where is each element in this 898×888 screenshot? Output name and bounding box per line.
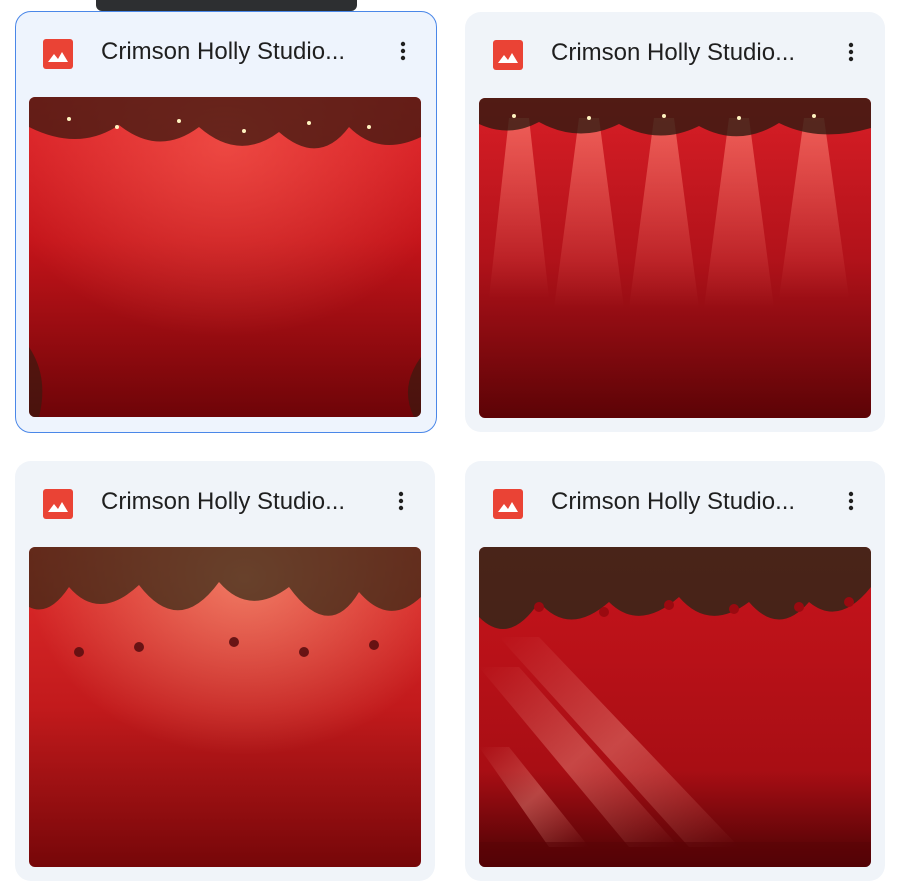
more-vert-icon (398, 491, 404, 511)
image-thumbnail[interactable] (479, 547, 871, 867)
image-file-icon (493, 40, 523, 70)
file-title: Crimson Holly Studio... (101, 38, 346, 65)
file-title: Crimson Holly Studio... (551, 39, 796, 66)
file-card-header[interactable]: Crimson Holly Studio... (465, 461, 885, 545)
more-options-button[interactable] (831, 481, 871, 521)
more-vert-icon (400, 41, 406, 61)
more-vert-icon (848, 42, 854, 62)
file-title: Crimson Holly Studio... (551, 488, 796, 515)
image-file-icon (43, 489, 73, 519)
more-options-button[interactable] (383, 31, 423, 71)
more-options-button[interactable] (381, 481, 421, 521)
image-thumbnail[interactable] (479, 98, 871, 418)
file-card-header[interactable]: Crimson Holly Studio... (15, 461, 435, 545)
tooltip (96, 0, 357, 11)
more-options-button[interactable] (831, 32, 871, 72)
file-card[interactable]: Crimson Holly Studio... (465, 12, 885, 432)
image-thumbnail[interactable] (29, 547, 421, 867)
image-file-icon (43, 39, 73, 69)
more-vert-icon (848, 491, 854, 511)
image-file-icon (493, 489, 523, 519)
file-card[interactable]: Crimson Holly Studio... (15, 11, 437, 433)
image-thumbnail[interactable] (29, 97, 421, 417)
file-card-header[interactable]: Crimson Holly Studio... (465, 12, 885, 96)
file-card[interactable]: Crimson Holly Studio... (465, 461, 885, 881)
file-card-header[interactable]: Crimson Holly Studio... (16, 12, 436, 96)
file-title: Crimson Holly Studio... (101, 488, 346, 515)
file-card[interactable]: Crimson Holly Studio... (15, 461, 435, 881)
